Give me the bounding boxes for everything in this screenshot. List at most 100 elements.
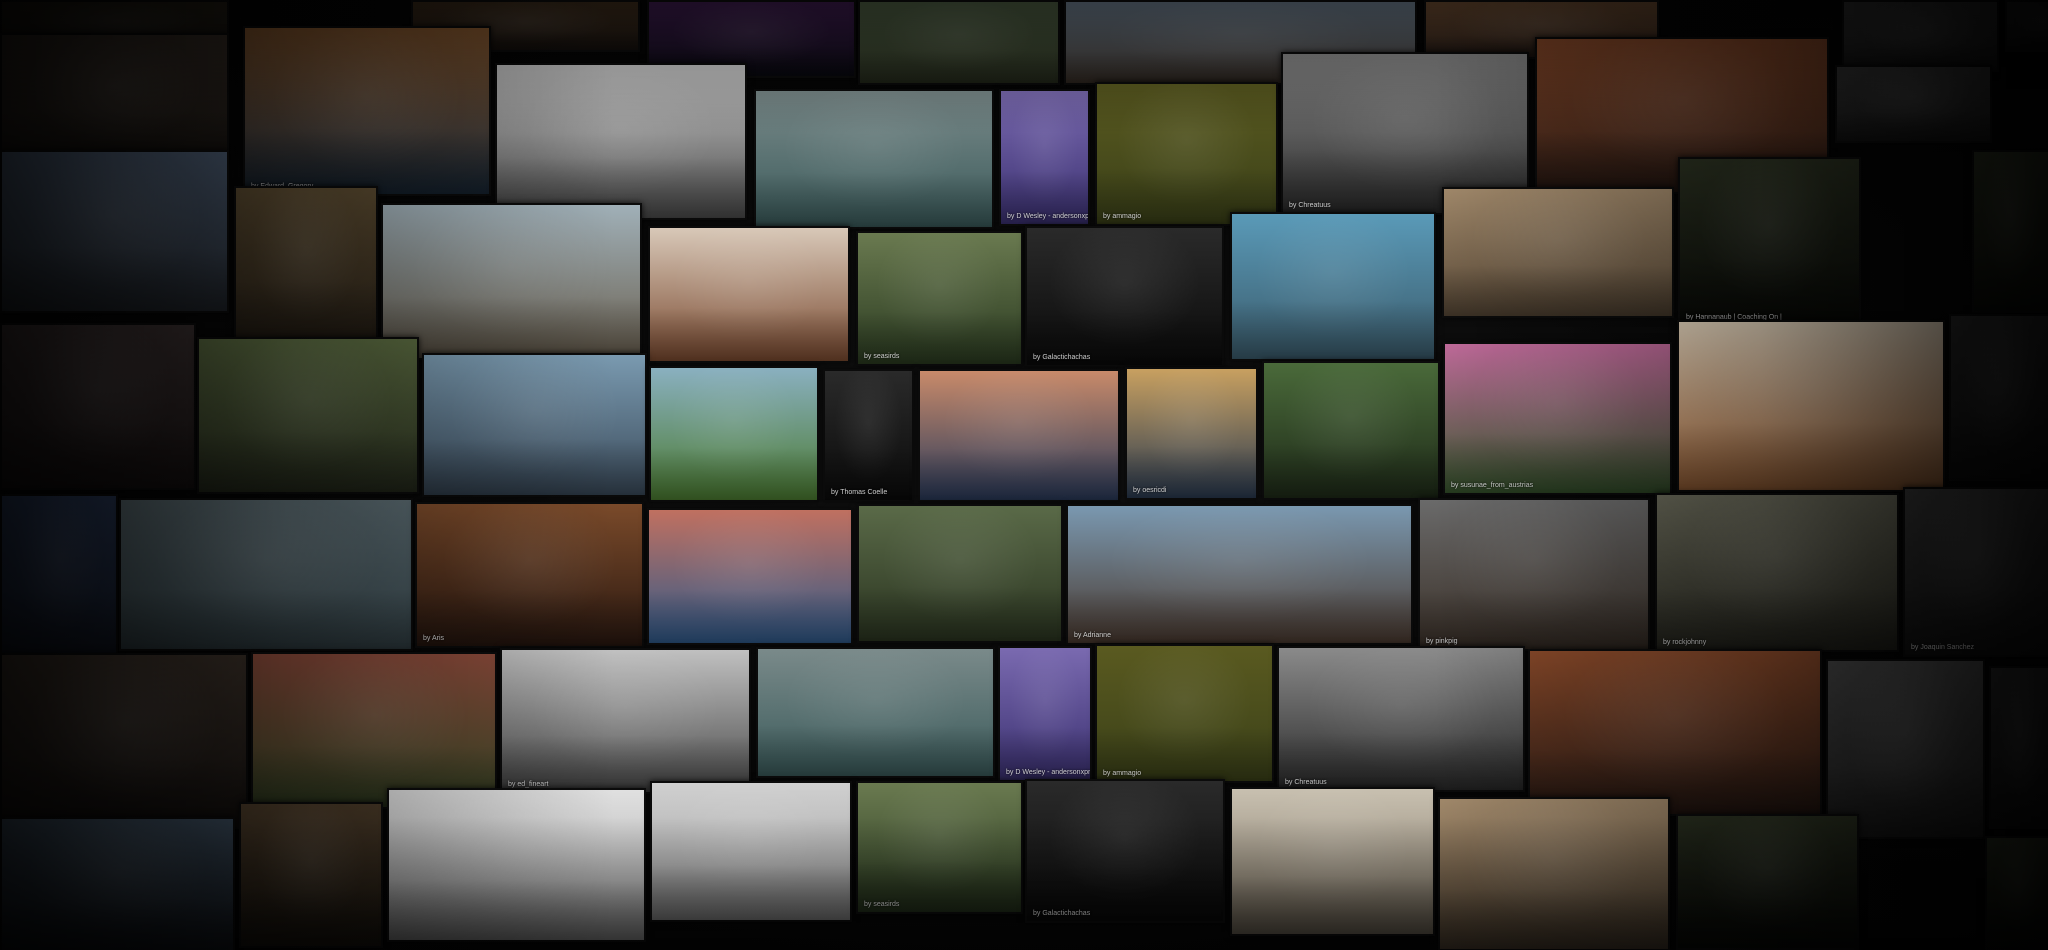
photo-tile-field-chapel[interactable]: by ammagio	[1095, 82, 1278, 226]
photo-image	[649, 510, 851, 643]
photo-tile-cornflower[interactable]	[649, 366, 819, 502]
photo-image	[1844, 2, 1997, 70]
photo-image	[253, 654, 495, 807]
photo-tile-kingfisher[interactable]: by seasirds	[856, 781, 1023, 914]
photo-credit: by ammagio	[1103, 213, 1142, 220]
photo-tile-clouds[interactable]	[0, 150, 229, 313]
photo-tile-orange-juice[interactable]	[1677, 320, 1945, 492]
photo-tile-dark-leaves[interactable]	[1676, 814, 1859, 950]
photo-tile-dunes-grass[interactable]	[381, 203, 642, 360]
photo-image	[1279, 648, 1523, 790]
photo-tile-field-chapel[interactable]: by ammagio	[1095, 644, 1274, 783]
photo-image	[1097, 646, 1272, 781]
photo-tile-girl-portrait[interactable]: by Aris	[415, 502, 644, 648]
photo-tile-dark-rock[interactable]	[0, 653, 248, 829]
photo-tile-old-bedroom[interactable]: by rockjohnny	[1655, 493, 1899, 652]
photo-credit: by seasirds	[864, 901, 900, 908]
photo-tile-dark-landscape[interactable]	[2005, 0, 2048, 52]
photo-tile-old-door[interactable]	[239, 802, 383, 948]
photo-image	[1905, 489, 2048, 655]
photo-image	[756, 91, 992, 227]
photo-credit: by seasirds	[864, 353, 900, 360]
photo-tile-coffee-cups[interactable]	[648, 226, 850, 363]
photo-image	[2, 819, 233, 950]
photo-tile-dark-shore[interactable]	[1842, 0, 1999, 72]
photo-tile-rocky-coast[interactable]	[1826, 659, 1985, 839]
photo-credit: by ed_fineart	[508, 781, 549, 788]
photo-tile-dark-interior[interactable]	[1949, 314, 2048, 481]
photo-image	[1232, 214, 1434, 359]
photo-image	[1657, 495, 1897, 650]
photo-tile-misty-rock-sea[interactable]	[754, 89, 994, 229]
photo-tile-old-door[interactable]	[234, 186, 378, 345]
photo-tile-waterfall[interactable]: by ed_fineart	[500, 648, 751, 794]
photo-tile-leopard[interactable]	[858, 0, 1060, 85]
photo-image	[502, 650, 749, 792]
photo-tile-bw-field[interactable]: by Chreatuus	[1277, 646, 1525, 792]
photo-tile-green-hills[interactable]	[197, 337, 419, 494]
photo-image	[241, 804, 381, 946]
photo-tile-groyne-sea[interactable]	[1230, 212, 1436, 361]
photo-credit: by D Wesley - andersonxpro...	[1007, 213, 1090, 220]
photo-tile-misty-rock-sea[interactable]	[756, 647, 995, 778]
photo-image	[245, 28, 489, 194]
photo-tile-antelope-canyon[interactable]: by D Wesley - andersonxpro...	[998, 646, 1092, 782]
photo-image	[1530, 651, 1820, 814]
photo-image	[1444, 189, 1672, 316]
photo-tile-pink-rose[interactable]: by susunae_from_austrias	[1443, 342, 1672, 495]
photo-tile-sunset-sky[interactable]: by Edward_Gregory	[1528, 649, 1822, 816]
photo-image	[1097, 84, 1276, 224]
photo-tile-flying-osprey[interactable]	[387, 788, 646, 942]
photo-image	[858, 233, 1021, 364]
photo-tile-waterfall[interactable]	[495, 63, 747, 220]
photo-tile-green-meadow[interactable]	[1262, 361, 1440, 500]
photo-image	[1828, 661, 1983, 837]
photo-tile-car-mountain-road[interactable]: by pinkpig	[1418, 498, 1650, 651]
photo-tile-pelican[interactable]	[650, 781, 852, 922]
photo-tile-dark-plant[interactable]	[1985, 836, 2048, 950]
photo-tile-clouds[interactable]	[0, 817, 235, 950]
photo-image	[1974, 152, 2048, 311]
photo-credit: by pinkpig	[1426, 638, 1458, 645]
photo-tile-succulent-flower[interactable]	[251, 652, 497, 809]
photo-tile-white-dog[interactable]	[1442, 187, 1674, 318]
photo-tile-dark-plant[interactable]	[1972, 150, 2048, 313]
photo-image	[1680, 159, 1859, 325]
photo-tile-cloud-sunset[interactable]: by oesricdi	[1125, 367, 1258, 500]
photo-image	[497, 65, 745, 218]
photo-image	[758, 649, 993, 776]
photo-tile-pier-sunset[interactable]	[918, 369, 1120, 502]
photo-tile-heron[interactable]: by Thomas Coelle	[823, 369, 914, 502]
photo-image	[825, 371, 912, 500]
photo-tile-surfer-at-dusk[interactable]: by Edward_Gregory	[243, 26, 491, 196]
photo-tile-dark-rock[interactable]	[0, 33, 229, 164]
photo-tile-dark-room[interactable]: by Joaquin Sanchez	[1903, 487, 2048, 657]
photo-tile-antelope-canyon[interactable]: by D Wesley - andersonxpro...	[999, 89, 1090, 226]
photo-image	[1679, 322, 1943, 490]
photo-tile-dark-coast[interactable]	[1835, 65, 1992, 143]
photo-image	[2, 325, 194, 488]
photo-tile-white-dog[interactable]	[1438, 797, 1670, 950]
photo-tile-spiral-lights[interactable]: by Galactichachas	[1025, 779, 1225, 923]
photo-tile-bird-silhouette[interactable]	[0, 323, 196, 490]
photo-tile-dark-leaves[interactable]: by Hannanaub | Coaching On |	[1678, 157, 1861, 327]
photo-tile-city-buildings[interactable]	[422, 353, 647, 497]
photo-tile-blue-texture[interactable]	[0, 494, 118, 657]
photo-tile-blue-beetle-car[interactable]	[119, 498, 413, 651]
photo-tile-kingfisher[interactable]: by seasirds	[856, 231, 1023, 366]
photo-tile-leopard[interactable]	[857, 504, 1063, 643]
photo-image	[1068, 506, 1411, 643]
photo-image	[2, 35, 227, 162]
photo-image	[1837, 67, 1990, 141]
photo-credit: by susunae_from_austrias	[1451, 482, 1534, 489]
photo-image	[121, 500, 411, 649]
photo-tile-volcanic-landscape[interactable]: by Adrianne	[1066, 504, 1413, 645]
photo-image	[1678, 816, 1857, 948]
photo-image	[199, 339, 417, 492]
photo-tile-motion-lines[interactable]	[647, 508, 853, 645]
photo-tile-spiral-lights[interactable]: by Galactichachas	[1025, 226, 1224, 367]
photo-tile-osprey-on-perch[interactable]	[1230, 787, 1435, 936]
photo-image	[651, 368, 817, 500]
photo-tile-dark-edge[interactable]	[1989, 666, 2048, 829]
photo-credit: by rockjohnny	[1663, 639, 1707, 646]
